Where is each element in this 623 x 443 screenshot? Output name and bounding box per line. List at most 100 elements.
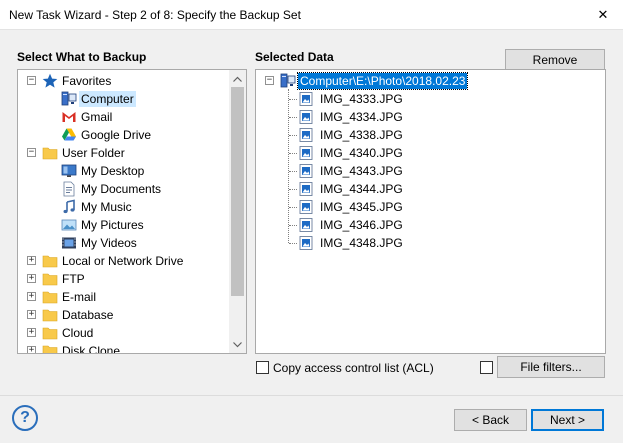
selected-file-item[interactable]: IMG_4348.JPG [256,234,596,252]
collapse-icon[interactable]: − [27,148,36,157]
image-file-icon [298,235,314,251]
source-tree-item-label: E-mail [62,290,97,304]
selected-file-item[interactable]: IMG_4344.JPG [256,180,596,198]
videos-icon [61,235,77,251]
source-tree-item-my-desktop[interactable]: My Desktop [18,162,230,180]
acl-checkbox[interactable] [256,361,269,374]
folder-icon [42,145,58,161]
source-tree-item-label: My Music [81,200,132,214]
folder-icon [42,289,58,305]
source-tree-item-local-or-network-drive[interactable]: + Local or Network Drive [18,252,230,270]
selected-data-label: Selected Data [255,50,334,64]
select-what-to-backup-label: Select What to Backup [17,50,147,64]
source-tree-scrollbar[interactable] [229,70,246,353]
gmail-icon [61,109,77,125]
folder-icon [42,307,58,323]
expand-icon[interactable]: + [27,328,36,337]
source-tree-item-my-music[interactable]: My Music [18,198,230,216]
selected-file-label: IMG_4334.JPG [320,110,403,124]
source-tree-item-label: My Pictures [81,218,144,232]
selected-file-item[interactable]: IMG_4334.JPG [256,108,596,126]
source-tree-item-computer[interactable]: Computer [18,90,230,108]
source-tree-item-label: Computer [79,91,136,107]
selected-file-label: IMG_4340.JPG [320,146,403,160]
remove-button[interactable]: Remove [505,49,605,70]
source-tree-item-ftp[interactable]: + FTP [18,270,230,288]
title-bar: New Task Wizard - Step 2 of 8: Specify t… [0,0,623,30]
source-tree[interactable]: − Favorites Computer Gmail Google Drive − User… [17,69,247,354]
collapse-icon[interactable]: − [265,76,274,85]
image-file-icon [298,109,314,125]
source-tree-item-label: My Videos [81,236,137,250]
expand-icon[interactable]: + [27,292,36,301]
footer-divider [0,395,623,396]
source-tree-item-label: My Desktop [81,164,145,178]
selected-data-tree[interactable]: − Computer\E:\Photo\2018.02.23 IMG_4333.JP… [255,69,606,354]
image-file-icon [298,199,314,215]
close-icon: ✕ [597,7,609,22]
scroll-down-arrow[interactable] [229,336,246,353]
scroll-up-arrow[interactable] [229,70,246,87]
selected-file-item[interactable]: IMG_4338.JPG [256,126,596,144]
source-tree-item-label: FTP [62,272,85,286]
folder-icon [42,271,58,287]
chevron-down-icon [233,341,242,347]
music-icon [61,199,77,215]
star-icon [42,73,58,89]
scroll-thumb[interactable] [231,87,244,296]
source-tree-item-my-videos[interactable]: My Videos [18,234,230,252]
window-title: New Task Wizard - Step 2 of 8: Specify t… [9,8,301,22]
selected-file-item[interactable]: IMG_4345.JPG [256,198,596,216]
pictures-icon [61,217,77,233]
computer-icon [280,73,296,89]
selected-file-item[interactable]: IMG_4333.JPG [256,90,596,108]
source-tree-item-database[interactable]: + Database [18,306,230,324]
computer-icon [61,91,77,107]
source-tree-item-label: Local or Network Drive [62,254,184,268]
source-tree-item-label: Google Drive [81,128,152,142]
source-tree-item-label: Disk Clone [62,344,121,354]
selected-file-item[interactable]: IMG_4340.JPG [256,144,596,162]
selected-file-item[interactable]: IMG_4346.JPG [256,216,596,234]
source-tree-item-label: Cloud [62,326,94,340]
image-file-icon [298,217,314,233]
source-tree-item-user-folder[interactable]: − User Folder [18,144,230,162]
source-tree-item-e-mail[interactable]: + E-mail [18,288,230,306]
close-button[interactable]: ✕ [583,0,623,30]
image-file-icon [298,91,314,107]
source-tree-item-my-pictures[interactable]: My Pictures [18,216,230,234]
source-tree-item-label: Gmail [81,110,113,124]
image-file-icon [298,145,314,161]
source-tree-item-google-drive[interactable]: Google Drive [18,126,230,144]
source-tree-item-disk-clone[interactable]: + Disk Clone [18,342,230,354]
next-button[interactable]: Next > [531,409,604,431]
back-button[interactable]: < Back [454,409,527,431]
expand-icon[interactable]: + [27,274,36,283]
google-drive-icon [61,127,77,143]
image-file-icon [298,163,314,179]
desktop-icon [61,163,77,179]
folder-icon [42,253,58,269]
source-tree-item-my-documents[interactable]: My Documents [18,180,230,198]
help-icon[interactable]: ? [12,405,38,431]
image-file-icon [298,181,314,197]
expand-icon[interactable]: + [27,310,36,319]
selected-root-label: Computer\E:\Photo\2018.02.23 [296,72,469,90]
selected-file-label: IMG_4333.JPG [320,92,403,106]
selected-file-label: IMG_4344.JPG [320,182,403,196]
selected-file-label: IMG_4343.JPG [320,164,403,178]
source-tree-item-gmail[interactable]: Gmail [18,108,230,126]
file-filters-button[interactable]: File filters... [497,356,605,378]
file-filters-checkbox[interactable] [480,361,493,374]
image-file-icon [298,127,314,143]
acl-label: Copy access control list (ACL) [273,361,434,375]
collapse-icon[interactable]: − [27,76,36,85]
chevron-up-icon [233,76,242,82]
selected-root-item[interactable]: − Computer\E:\Photo\2018.02.23 [256,72,596,90]
source-tree-item-favorites[interactable]: − Favorites [18,72,230,90]
selected-file-item[interactable]: IMG_4343.JPG [256,162,596,180]
source-tree-item-label: User Folder [62,146,125,160]
expand-icon[interactable]: + [27,256,36,265]
source-tree-item-cloud[interactable]: + Cloud [18,324,230,342]
expand-icon[interactable]: + [27,346,36,353]
